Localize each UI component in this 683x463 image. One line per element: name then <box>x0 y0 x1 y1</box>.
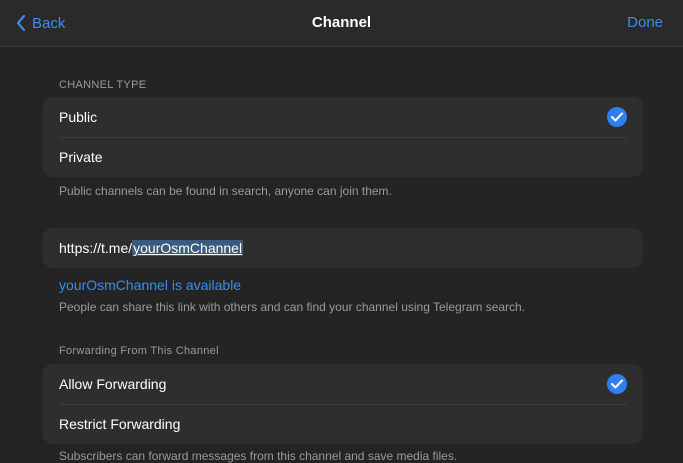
option-restrict-forwarding-label: Restrict Forwarding <box>59 416 181 432</box>
link-prefix: https://t.me/ <box>59 240 133 256</box>
channel-type-group: Public Private <box>43 97 643 177</box>
option-private[interactable]: Private <box>43 137 643 177</box>
option-public[interactable]: Public <box>43 97 643 137</box>
option-allow-forwarding-label: Allow Forwarding <box>59 376 167 392</box>
checkmark-circle-icon <box>607 107 627 127</box>
channel-type-header: CHANNEL TYPE <box>59 79 147 91</box>
channel-type-footer: Public channels can be found in search, … <box>59 184 392 198</box>
link-username: yourOsmChannel <box>132 240 244 256</box>
page-title: Channel <box>311 14 372 31</box>
option-public-label: Public <box>59 109 98 125</box>
option-private-label: Private <box>59 149 103 165</box>
checkmark-circle-icon <box>607 374 627 394</box>
forwarding-header: Forwarding From This Channel <box>59 345 219 357</box>
option-allow-forwarding[interactable]: Allow Forwarding <box>43 364 643 404</box>
navigation-bar: Back Channel Done <box>0 0 683 47</box>
done-button[interactable]: Done <box>627 14 663 31</box>
channel-link-input[interactable]: https://t.me/yourOsmChannel <box>43 228 643 268</box>
availability-status: yourOsmChannel is available <box>59 277 242 293</box>
forwarding-footer: Subscribers can forward messages from th… <box>59 449 458 463</box>
option-restrict-forwarding[interactable]: Restrict Forwarding <box>43 404 643 444</box>
forwarding-group: Allow Forwarding Restrict Forwarding <box>43 364 643 444</box>
link-footer: People can share this link with others a… <box>59 300 526 314</box>
